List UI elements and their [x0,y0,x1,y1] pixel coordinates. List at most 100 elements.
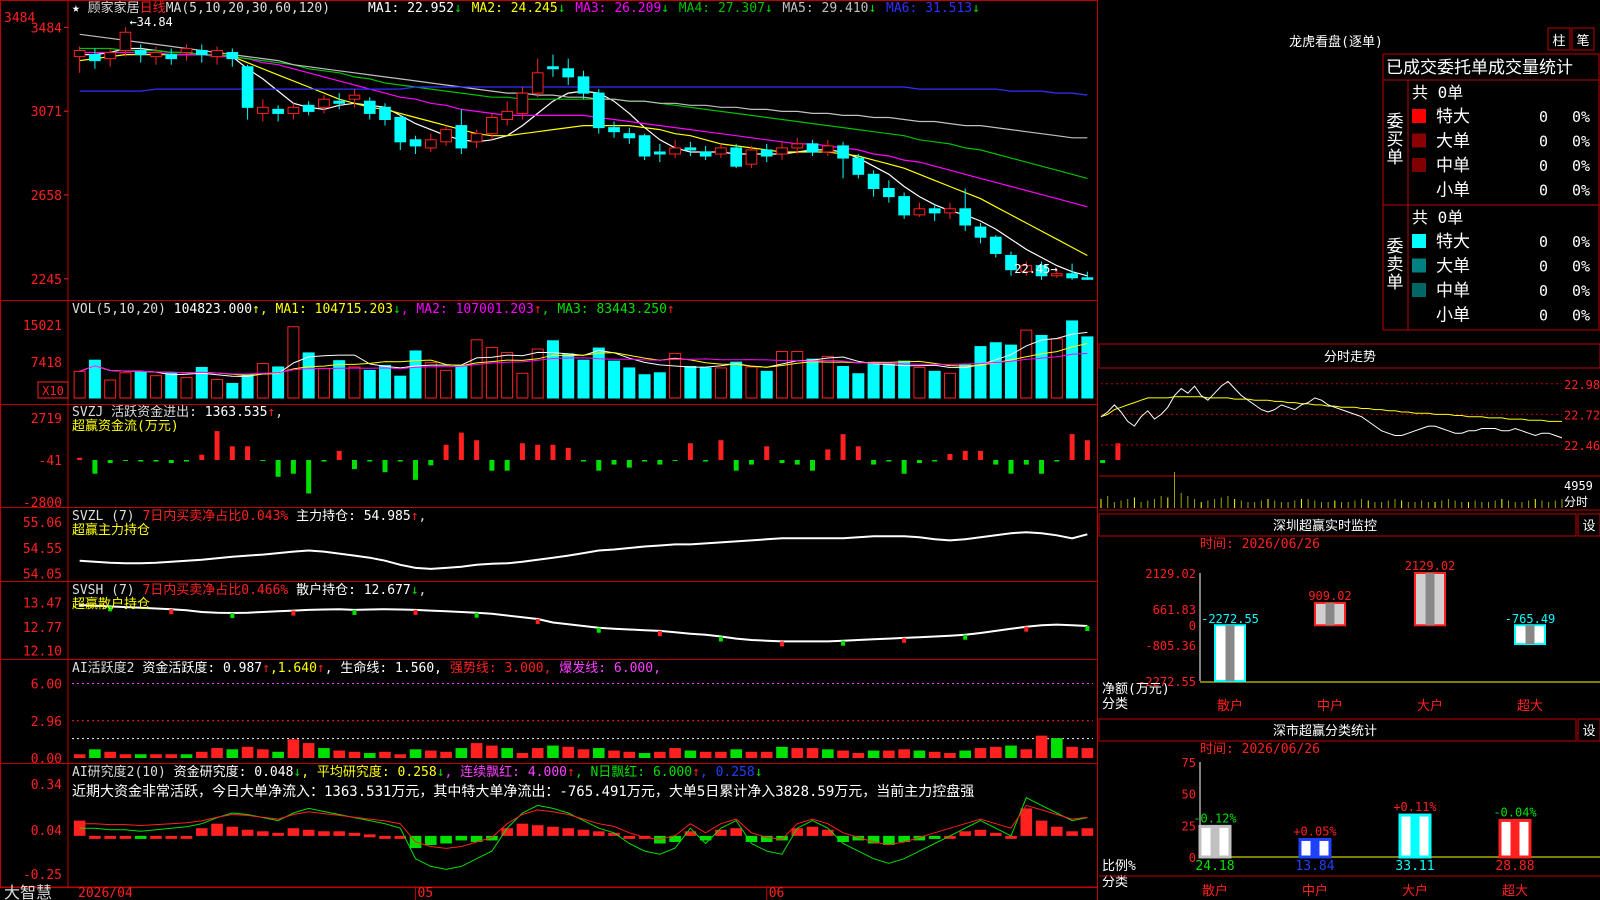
kline-y-tick: 3071 [31,105,62,120]
svzj-bar [626,460,632,468]
ai-active-bar [592,748,605,758]
volume-bar [134,371,147,399]
sell-row-count: 0 [1539,258,1548,276]
ai-active-bar [318,748,330,758]
minute-y-tick: 22.46 [1564,439,1600,453]
svsh-mark [474,612,479,618]
svzj-bar [718,440,724,461]
ai-research-bar [333,831,346,836]
svzj-bar [1084,440,1090,461]
ai-active-bar [852,753,865,758]
ai-research-bar [531,825,544,836]
sell-row-label: 特大 [1436,232,1470,252]
volume-bar [333,360,346,399]
volume-bar [104,379,117,399]
ai-active-bar [898,749,910,758]
ai-research-bar [928,835,941,839]
monitor-bar-group [1314,601,1346,627]
svzj-bar [886,460,892,462]
kline-y-tick: 2658 [31,189,62,204]
svzj-bar [290,460,296,474]
svzj-bar [77,457,83,461]
candle-body [944,208,956,214]
ma-value-1: MA1: 22.952↓ [368,1,462,16]
volume-bar [837,365,850,399]
ai-active-bar [302,743,315,758]
ai-research-bar [1051,826,1063,836]
buy-color-swatch [1412,109,1426,123]
svzj-bar [565,447,571,461]
volume-bar [1020,329,1033,399]
candle-body [821,145,834,153]
ai-research-y-tick: 0.04 [31,824,62,839]
monitor-bar-shade [1525,625,1535,645]
svsh-mark [230,613,235,619]
svzj-bar [306,460,312,494]
svzj-bar [871,460,877,465]
svsh-mark [841,640,846,646]
svzj-bar [672,460,678,462]
cls-change-label: -0.04% [1493,805,1537,819]
minute-y-tick: 22.98 [1564,378,1600,392]
candle-body [257,106,269,114]
sell-row-count: 0 [1539,282,1548,300]
ai-research-bar [150,835,162,839]
ai-research-bar [959,831,972,836]
svzj-bar [932,460,938,462]
svzj-bar [535,444,541,461]
cls-bar-fill [1210,826,1220,857]
svzj-bar [168,460,174,464]
candle-body [394,116,407,143]
ai-active-bar [73,754,86,758]
ai-active-bar [989,746,1002,758]
volume-bar [256,363,269,399]
monitor-bar-group [1514,624,1546,646]
volume-bar [882,363,895,399]
svzj-bar [428,460,434,466]
ai-active-bar [745,751,758,758]
candle-body [165,54,178,60]
svzj-sub: 超赢资金流(万元) [72,418,179,434]
monitor-bar-label: 2129.02 [1405,559,1456,573]
cls-category: 超大 [1502,884,1528,899]
ai-active-bar [944,753,956,758]
ma-value-5: MA5: 29.410↓ [782,1,876,16]
candle-body [470,133,483,143]
volume-bar [424,362,437,399]
ai-research-bar [257,831,269,836]
volume-bar [379,365,392,399]
ai-active-bar [394,754,407,758]
candle-body [898,196,910,216]
kline-header: ★ 顾家家居日线MA(5,10,20,30,60,120) [72,0,330,16]
svsh-mark [779,641,784,647]
ai-research-bar [272,832,284,836]
candle-body [638,135,651,157]
candle-body [989,236,1002,254]
candle-body [699,151,712,157]
svzj-bar [611,460,617,465]
volume-bar [149,375,162,399]
high-price-label: ←34.84 [129,15,172,29]
cls-value-label: 13.84 [1295,859,1334,874]
candle-body [730,147,743,167]
ai-active-bar [654,751,666,758]
ai-active-bar [791,748,804,758]
svzj-bar [245,446,251,461]
svzj-y-tick: -41 [39,454,62,469]
buy-row-label: 小单 [1436,181,1470,201]
svzj-bar [764,446,770,461]
ai-active-bar [638,753,651,758]
candle-body [547,66,559,70]
svzj-bar [382,460,388,473]
candle-body [745,149,758,165]
volume-bar [440,369,453,399]
candle-body [318,98,330,108]
volume-bar [180,377,193,399]
monitor-category: 中户 [1317,698,1343,714]
minute-vol-tick: 4959 [1564,479,1593,493]
cls-change-label: -0.12% [1193,811,1237,825]
ai-research-bar [455,835,468,841]
ai-active-bar [623,751,636,758]
ai-active-bar [180,754,193,758]
monitor-bar-label: -2272.55 [1201,612,1259,626]
